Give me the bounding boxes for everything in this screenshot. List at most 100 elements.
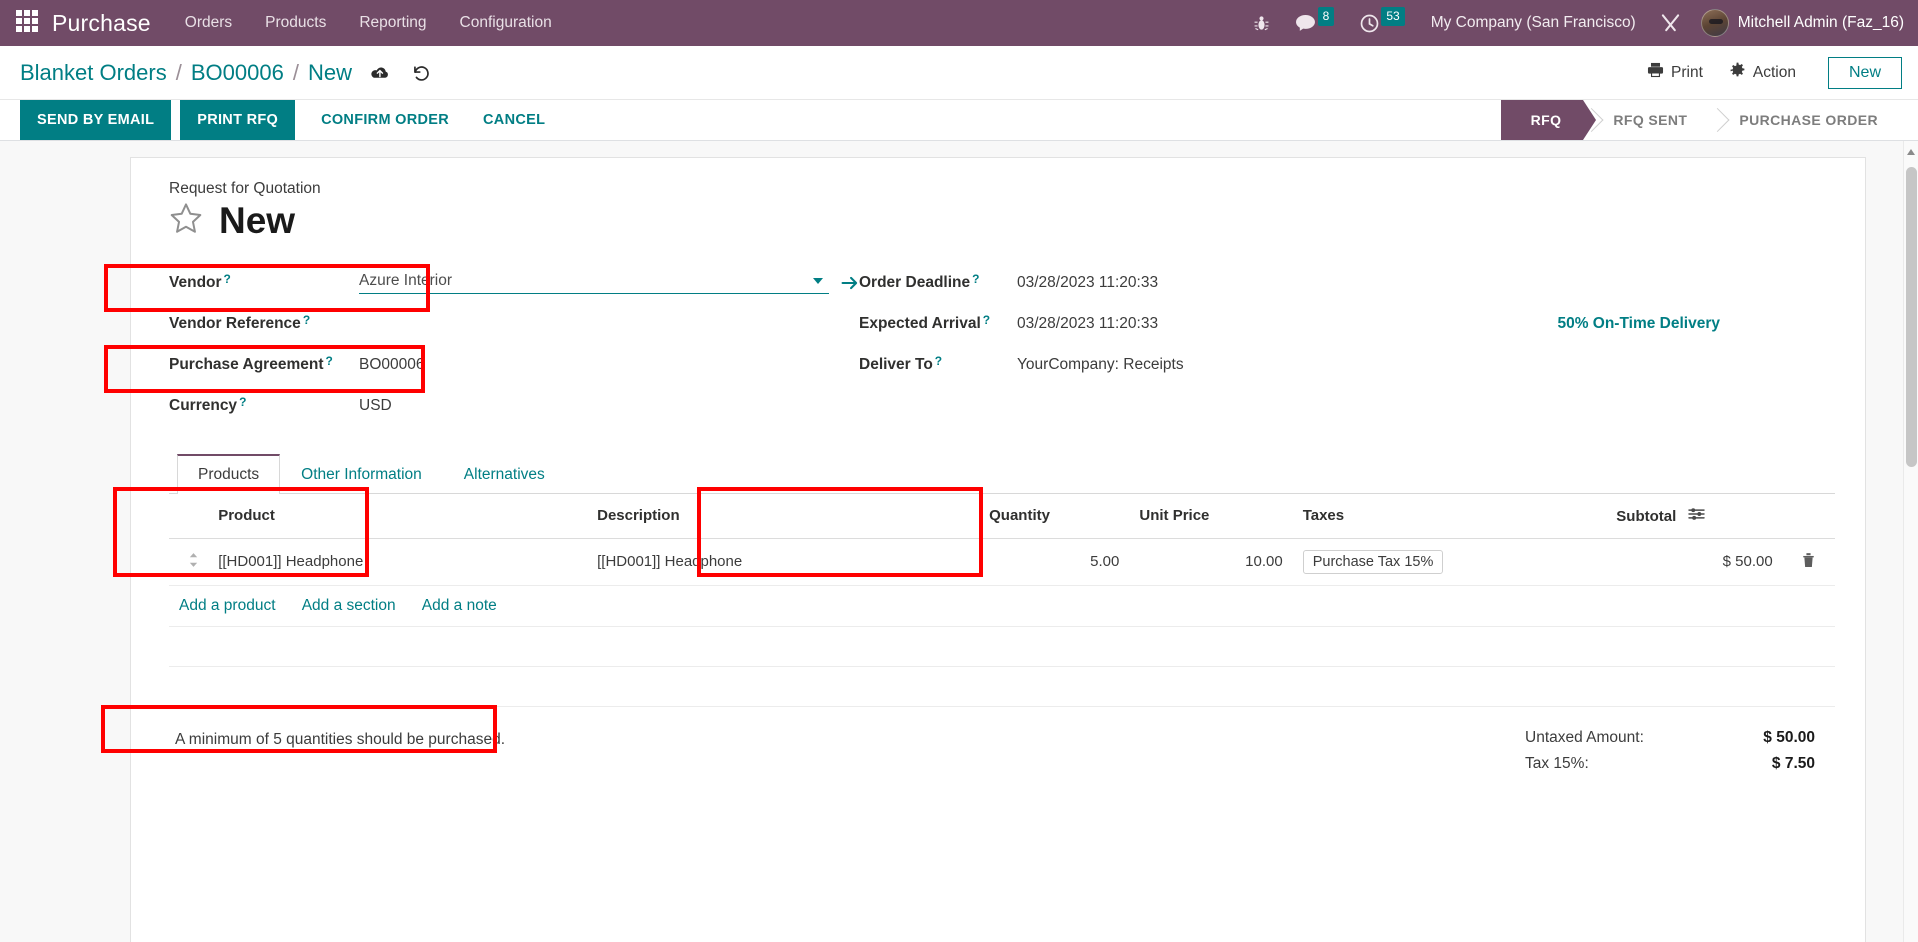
add-a-note-link[interactable]: Add a note xyxy=(422,597,497,614)
user-menu[interactable]: Mitchell Admin (Faz_16) xyxy=(1738,14,1904,32)
form-canvas: Request for Quotation New Vendor ? Azure… xyxy=(0,141,1918,942)
wrench-screwdriver-icon[interactable] xyxy=(1660,13,1681,33)
form-columns: Vendor ? Azure Interior Vendor Reference… xyxy=(169,263,1835,427)
col-handle xyxy=(169,493,209,539)
messages-counter[interactable]: 8 xyxy=(1295,6,1335,33)
company-selector[interactable]: My Company (San Francisco) xyxy=(1431,14,1636,32)
add-a-section-link[interactable]: Add a section xyxy=(302,597,396,614)
breadcrumb-root[interactable]: Blanket Orders xyxy=(20,60,167,86)
pipeline-step-rfq-sent[interactable]: RFQ SENT xyxy=(1583,100,1710,140)
col-subtotal-label: Subtotal xyxy=(1616,507,1677,525)
help-marker[interactable]: ? xyxy=(303,313,310,327)
help-marker[interactable]: ? xyxy=(326,354,333,368)
vendor-value: Azure Interior xyxy=(359,272,453,290)
nav-menu-products[interactable]: Products xyxy=(265,14,326,32)
help-marker[interactable]: ? xyxy=(983,313,990,327)
help-marker[interactable]: ? xyxy=(239,395,246,409)
tab-alternatives[interactable]: Alternatives xyxy=(443,454,566,494)
table-spacer-row-1 xyxy=(169,626,1835,667)
form-subtitle: Request for Quotation xyxy=(169,180,321,197)
bug-icon[interactable] xyxy=(1254,15,1269,32)
confirm-order-button[interactable]: CONFIRM ORDER xyxy=(304,100,466,140)
col-quantity: Quantity xyxy=(979,493,1130,539)
printer-icon xyxy=(1647,62,1664,83)
purchase-agreement-value[interactable]: BO00006 xyxy=(359,356,425,374)
print-rfq-button[interactable]: PRINT RFQ xyxy=(180,100,296,140)
cloud-upload-icon[interactable] xyxy=(370,65,390,81)
nav-menu-reporting[interactable]: Reporting xyxy=(359,14,426,32)
pipeline-step-purchase-order[interactable]: PURCHASE ORDER xyxy=(1709,100,1918,140)
nav-menu-orders[interactable]: Orders xyxy=(185,14,232,32)
tab-products[interactable]: Products xyxy=(177,453,281,494)
breadcrumb-parent[interactable]: BO00006 xyxy=(191,60,284,86)
vendor-input[interactable]: Azure Interior xyxy=(359,272,829,295)
tab-other-information[interactable]: Other Information xyxy=(280,454,443,494)
total-tax: Tax 15%: $ 7.50 xyxy=(1525,751,1815,777)
scroll-up-arrow-icon[interactable] xyxy=(1907,149,1915,155)
app-brand-purchase[interactable]: Purchase xyxy=(52,10,151,37)
cell-subtotal: $ 50.00 xyxy=(1606,538,1783,586)
untaxed-amount-label: Untaxed Amount: xyxy=(1525,728,1644,746)
add-a-product-link[interactable]: Add a product xyxy=(179,597,276,614)
tax-chip[interactable]: Purchase Tax 15% xyxy=(1302,549,1444,574)
cell-product[interactable]: [[HD001]] Headphone xyxy=(208,538,588,586)
cancel-button[interactable]: CANCEL xyxy=(466,100,562,140)
avatar[interactable] xyxy=(1700,9,1729,37)
gear-icon xyxy=(1729,62,1746,84)
print-button[interactable]: Print xyxy=(1647,62,1703,83)
help-marker[interactable]: ? xyxy=(224,272,231,286)
vendor-reference-label: Vendor Reference ? xyxy=(169,313,311,333)
clock-icon xyxy=(1360,14,1379,33)
breadcrumb-right-actions: Print Action New xyxy=(1647,56,1902,89)
field-currency-row: Currency ? USD xyxy=(169,386,859,427)
top-navbar: Purchase Orders Products Reporting Confi… xyxy=(0,0,1918,46)
breadcrumb: Blanket Orders / BO00006 / New xyxy=(20,60,352,86)
currency-value[interactable]: USD xyxy=(359,397,392,415)
order-deadline-value[interactable]: 03/28/2023 11:20:33 xyxy=(1017,274,1158,292)
action-button[interactable]: Action xyxy=(1729,62,1796,84)
column-options-icon[interactable] xyxy=(1688,508,1706,525)
activities-counter[interactable]: 53 xyxy=(1360,6,1405,33)
arrow-right-icon[interactable] xyxy=(841,275,859,291)
totals-block: Untaxed Amount: $ 50.00 Tax 15%: $ 7.50 xyxy=(1525,725,1835,777)
help-marker[interactable]: ? xyxy=(972,272,979,286)
cell-unit-price[interactable]: 10.00 xyxy=(1129,538,1293,586)
page-title: New xyxy=(219,200,296,241)
order-deadline-label: Order Deadline ? xyxy=(859,272,980,292)
drag-handle-icon[interactable] xyxy=(169,538,209,586)
cell-quantity[interactable]: 5.00 xyxy=(979,538,1130,586)
add-links-cell: Add a product Add a section Add a note xyxy=(169,585,1835,627)
print-label: Print xyxy=(1671,63,1703,81)
currency-label: Currency ? xyxy=(169,395,247,415)
scrollbar-thumb[interactable] xyxy=(1906,167,1917,467)
nav-menu-configuration[interactable]: Configuration xyxy=(460,14,552,32)
star-outline-icon[interactable] xyxy=(169,202,203,240)
pipeline-step-rfq[interactable]: RFQ xyxy=(1500,100,1597,140)
expected-arrival-value[interactable]: 03/28/2023 11:20:33 xyxy=(1017,315,1158,333)
field-expected-arrival-row: Expected Arrival ? 03/28/2023 11:20:33 5… xyxy=(859,304,1835,345)
action-label: Action xyxy=(1752,63,1796,81)
breadcrumb-separator-2: / xyxy=(292,59,299,85)
on-time-delivery-badge[interactable]: 50% On-Time Delivery xyxy=(1557,315,1835,333)
col-taxes: Taxes xyxy=(1292,493,1607,539)
new-record-button[interactable]: New xyxy=(1827,56,1902,89)
total-untaxed-amount: Untaxed Amount: $ 50.00 xyxy=(1525,725,1815,751)
chevron-down-icon[interactable] xyxy=(813,278,823,285)
cell-taxes[interactable]: Purchase Tax 15% xyxy=(1292,538,1607,586)
messages-badge-count: 8 xyxy=(1317,6,1335,26)
apps-grid-icon[interactable] xyxy=(16,10,42,36)
chat-bubble-icon xyxy=(1295,14,1316,32)
tax-value: $ 7.50 xyxy=(1771,754,1815,772)
expected-arrival-label: Expected Arrival ? xyxy=(859,313,991,333)
col-subtotal: Subtotal xyxy=(1606,493,1783,539)
help-marker[interactable]: ? xyxy=(935,354,942,368)
cell-description[interactable]: [[HD001]] Headphone xyxy=(587,538,980,586)
table-row[interactable]: [[HD001]] Headphone [[HD001]] Headphone … xyxy=(169,538,1835,586)
deliver-to-value[interactable]: YourCompany: Receipts xyxy=(1017,356,1184,374)
purchase-agreement-label: Purchase Agreement ? xyxy=(169,354,333,374)
undo-icon[interactable] xyxy=(412,64,430,82)
trash-icon[interactable] xyxy=(1782,538,1835,586)
terms-note[interactable]: A minimum of 5 quantities should be purc… xyxy=(169,725,511,755)
send-by-email-button[interactable]: SEND BY EMAIL xyxy=(20,100,172,140)
page-scrollbar[interactable] xyxy=(1903,141,1918,942)
